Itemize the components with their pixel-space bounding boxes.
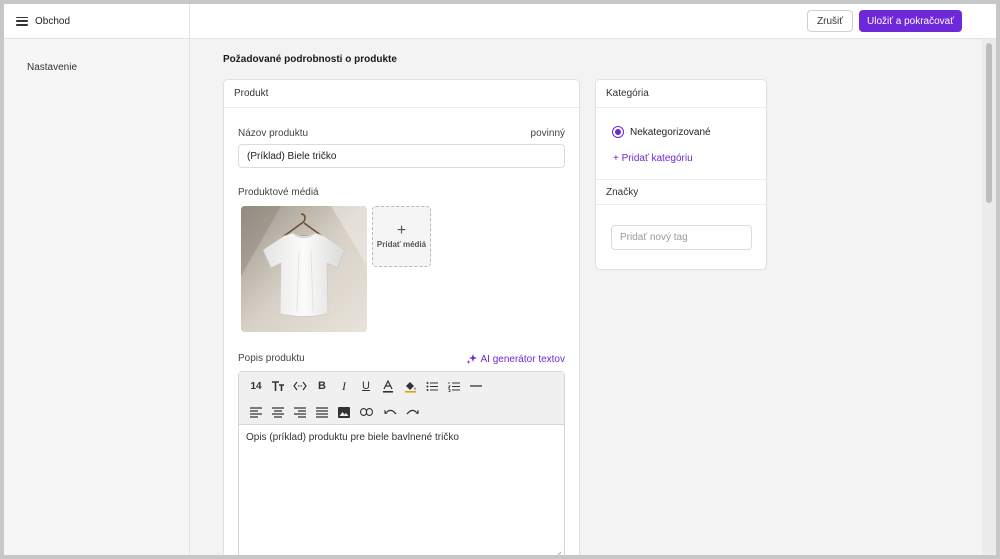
description-editor[interactable]: 14 B I U Opis (príklad) produktu pre bie…	[238, 371, 565, 555]
add-media-label: Pridať médiá	[376, 240, 427, 249]
font-size-button[interactable]: 14	[245, 376, 267, 396]
ai-generator-label: AI generátor textov	[480, 353, 566, 365]
product-media-label: Produktové médiá	[238, 187, 319, 198]
product-card-title: Produkt	[224, 80, 579, 108]
add-category-link[interactable]: + Pridať kategóriu	[613, 153, 693, 164]
undo-icon[interactable]	[379, 402, 401, 422]
cancel-button[interactable]: Zrušiť	[807, 10, 853, 32]
scrollbar[interactable]	[982, 39, 996, 555]
required-label: povinný	[530, 128, 565, 139]
app-window: Obchod Nastavenie Zrušiť Uložiť a pokrač…	[4, 4, 996, 555]
scrollbar-thumb[interactable]	[986, 43, 992, 203]
align-center-icon[interactable]	[267, 402, 289, 422]
fill-color-icon[interactable]	[399, 376, 421, 396]
editor-toolbar: 14 B I U	[239, 372, 564, 425]
tags-title: Značky	[596, 179, 766, 205]
description-text[interactable]: Opis (príklad) produktu pre biele bavlne…	[239, 425, 564, 450]
category-card: Kategória Nekategorizované + Pridať kate…	[595, 79, 767, 270]
underline-icon[interactable]: U	[355, 376, 377, 396]
section-title: Požadované podrobnosti o produkte	[223, 54, 397, 65]
sidebar: Obchod Nastavenie	[4, 4, 190, 555]
horizontal-rule-icon[interactable]	[465, 376, 487, 396]
product-name-label: Názov produktu	[238, 128, 309, 139]
sidebar-header: Obchod	[4, 4, 189, 39]
bold-icon[interactable]: B	[311, 376, 333, 396]
radio-selected-icon[interactable]	[612, 126, 624, 138]
resize-handle-icon[interactable]	[555, 551, 562, 555]
product-description-label: Popis produktu	[238, 353, 305, 364]
italic-icon[interactable]: I	[333, 376, 355, 396]
product-name-input[interactable]: (Príklad) Biele tričko	[238, 144, 565, 168]
sidebar-item-settings[interactable]: Nastavenie	[27, 62, 77, 73]
code-icon[interactable]	[289, 376, 311, 396]
sidebar-title: Obchod	[35, 15, 71, 27]
product-card: Produkt Názov produktu povinný (Príklad)…	[223, 79, 580, 555]
save-continue-button[interactable]: Uložiť a pokračovať	[859, 10, 962, 32]
text-color-icon[interactable]	[377, 376, 399, 396]
align-left-icon[interactable]	[245, 402, 267, 422]
link-icon[interactable]	[355, 402, 377, 422]
menu-icon[interactable]	[16, 16, 28, 26]
category-option-uncategorized[interactable]: Nekategorizované	[612, 126, 711, 138]
align-justify-icon[interactable]	[311, 402, 333, 422]
category-card-title: Kategória	[596, 80, 766, 108]
topbar: Zrušiť Uložiť a pokračovať	[190, 4, 996, 39]
category-option-label: Nekategorizované	[630, 126, 711, 138]
sparkle-icon	[466, 354, 477, 364]
numbered-list-icon[interactable]	[443, 376, 465, 396]
align-right-icon[interactable]	[289, 402, 311, 422]
ai-generator-link[interactable]: AI generátor textov	[466, 353, 566, 365]
add-media-button[interactable]: + Pridať médiá	[372, 206, 431, 267]
bullet-list-icon[interactable]	[421, 376, 443, 396]
text-style-icon[interactable]	[267, 376, 289, 396]
plus-icon: +	[396, 222, 407, 239]
tag-input[interactable]: Pridať nový tag	[611, 225, 752, 250]
redo-icon[interactable]	[401, 402, 423, 422]
product-image[interactable]	[241, 206, 367, 332]
image-icon[interactable]	[333, 402, 355, 422]
tshirt-photo	[241, 206, 367, 332]
